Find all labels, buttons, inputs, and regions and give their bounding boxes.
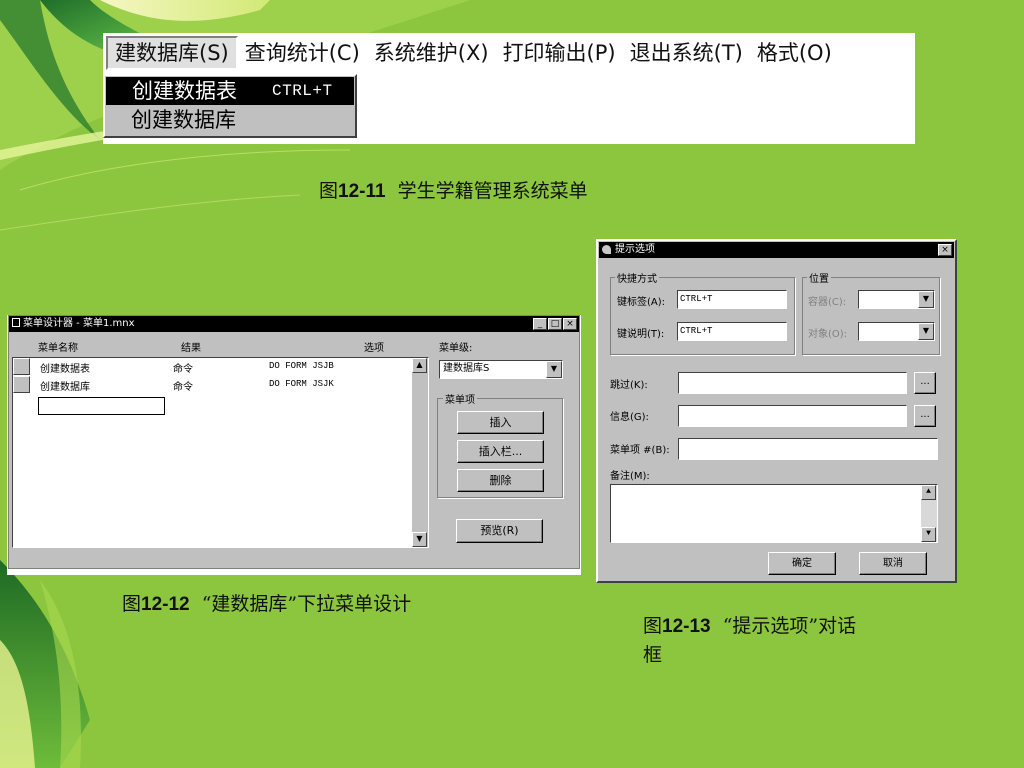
scroll-up-icon[interactable]: ▲ (412, 358, 427, 373)
caption-prefix: 图 (319, 180, 339, 202)
insert-button[interactable]: 插入 (457, 411, 544, 434)
menu-level-label: 菜单级: (439, 343, 473, 354)
insert-bar-button[interactable]: 插入栏... (457, 440, 544, 463)
caption-number: 12-11 (338, 181, 386, 202)
dialog-title: 提示选项 (615, 244, 655, 255)
new-menu-name-input[interactable] (38, 397, 165, 415)
caption-text: 学生学籍管理系统菜单 (397, 180, 588, 202)
pad-input[interactable] (678, 438, 938, 460)
cancel-button[interactable]: 取消 (859, 552, 927, 575)
window-icon (12, 318, 20, 327)
container-select[interactable]: ▼ (858, 290, 935, 309)
chevron-down-icon[interactable]: ▼ (918, 291, 934, 308)
object-label: 对象(O): (808, 329, 848, 340)
figure-menu-screenshot: 建数据库(S) 查询统计(C) 系统维护(X) 打印输出(P) 退出系统(T) … (103, 33, 915, 144)
row-result: 命令 (173, 382, 193, 393)
menu-bar: 建数据库(S) 查询统计(C) 系统维护(X) 打印输出(P) 退出系统(T) … (103, 33, 915, 73)
menu-level-select[interactable]: 建数据库S ▼ (439, 360, 563, 379)
menu-item-group-label: 菜单项 (443, 391, 477, 406)
scroll-down-icon[interactable]: ▼ (921, 527, 936, 542)
scroll-down-icon[interactable]: ▼ (412, 532, 427, 547)
dropdown-item-create-table[interactable]: 创建数据表 CTRL+T (106, 77, 354, 105)
menu-query-stats[interactable]: 查询统计(C) (238, 36, 367, 70)
row-result: 命令 (173, 364, 193, 375)
comment-textarea[interactable]: ▲ ▼ (610, 484, 938, 543)
caption-fig-12-12: 图12-12 “建数据库”下拉菜单设计 (122, 589, 411, 616)
message-input[interactable] (678, 405, 907, 427)
message-label: 信息(G): (610, 412, 649, 423)
menu-items-grid: 创建数据表 命令 DO FORM JSJB 创建数据库 命令 DO FORM J… (12, 357, 429, 548)
dropdown-item-label: 创建数据库 (131, 108, 236, 132)
menu-designer-window: 菜单设计器 - 菜单1.mnx _ □ × 菜单名称 结果 选项 菜单级: 创建… (8, 315, 580, 569)
caption-prefix: 图 (643, 615, 663, 637)
window-controls: _ □ × (533, 318, 577, 330)
caption-number: 12-13 (662, 616, 711, 637)
menu-build-database[interactable]: 建数据库(S) (106, 36, 238, 70)
dialog-titlebar: 提示选项 × (599, 242, 954, 258)
skip-builder-button[interactable]: ... (914, 372, 936, 394)
shortcut-group: 快捷方式 键标签(A): CTRL+T 键说明(T): CTRL+T (610, 270, 795, 355)
key-label-label: 键标签(A): (617, 297, 666, 308)
menu-designer-titlebar: 菜单设计器 - 菜单1.mnx _ □ × (9, 316, 579, 332)
row-mover-handle[interactable] (13, 376, 30, 393)
delete-button[interactable]: 删除 (457, 469, 544, 492)
ok-button[interactable]: 确定 (768, 552, 836, 575)
column-header-name: 菜单名称 (38, 343, 78, 354)
container-label: 容器(C): (808, 297, 847, 308)
caption-text: “建数据库”下拉菜单设计 (201, 593, 412, 615)
caption-prefix: 图 (122, 593, 142, 615)
skip-input[interactable] (678, 372, 907, 394)
row-mover-handle[interactable] (13, 358, 30, 375)
window-title: 菜单设计器 - 菜单1.mnx (23, 318, 135, 329)
close-icon[interactable]: × (563, 318, 577, 330)
comment-label: 备注(M): (610, 471, 650, 482)
key-text-label: 键说明(T): (617, 329, 665, 340)
pad-label: 菜单项 #(B): (610, 445, 670, 456)
dropdown-item-label: 创建数据表 (132, 79, 237, 103)
position-group-label: 位置 (807, 270, 831, 285)
caption-fig-12-11: 图12-11 学生学籍管理系统菜单 (319, 176, 588, 203)
menu-print-output[interactable]: 打印输出(P) (496, 36, 623, 70)
caption-number: 12-12 (141, 594, 190, 615)
row-command: DO FORM JSJK (269, 379, 334, 389)
dropdown-menu: 创建数据表 CTRL+T 创建数据库 (103, 74, 357, 138)
chevron-down-icon[interactable]: ▼ (546, 361, 562, 378)
caption-fig-12-13: 图12-13 “提示选项”对话 框 (643, 612, 856, 669)
prompt-options-dialog: 提示选项 × 快捷方式 键标签(A): CTRL+T 键说明(T): CTRL+… (596, 239, 957, 583)
row-command: DO FORM JSJB (269, 361, 334, 371)
app-icon (602, 245, 611, 254)
dropdown-item-shortcut: CTRL+T (272, 82, 333, 100)
menu-exit-system[interactable]: 退出系统(T) (623, 36, 750, 70)
position-group: 位置 容器(C): ▼ 对象(O): ▼ (802, 270, 940, 355)
maximize-icon[interactable]: □ (548, 318, 562, 330)
dropdown-item-create-database[interactable]: 创建数据库 (105, 106, 355, 134)
column-header-options: 选项 (364, 343, 384, 354)
menu-format[interactable]: 格式(O) (750, 36, 839, 70)
menu-item-group: 菜单项 插入 插入栏... 删除 (437, 391, 563, 498)
shortcut-group-label: 快捷方式 (615, 270, 659, 285)
figure-menu-designer: 菜单设计器 - 菜单1.mnx _ □ × 菜单名称 结果 选项 菜单级: 创建… (7, 315, 581, 575)
row-menu-name: 创建数据表 (40, 364, 90, 375)
close-icon[interactable]: × (938, 244, 952, 256)
minimize-icon[interactable]: _ (533, 318, 547, 330)
message-builder-button[interactable]: ... (914, 405, 936, 427)
object-select[interactable]: ▼ (858, 322, 935, 341)
caption-text: “提示选项”对话 (722, 615, 857, 637)
key-label-input[interactable]: CTRL+T (677, 290, 787, 309)
preview-button[interactable]: 预览(R) (456, 519, 543, 543)
menu-level-value: 建数据库S (443, 363, 490, 374)
row-menu-name: 创建数据库 (40, 382, 90, 393)
chevron-down-icon[interactable]: ▼ (918, 323, 934, 340)
column-header-result: 结果 (181, 343, 201, 354)
skip-label: 跳过(K): (610, 380, 648, 391)
vertical-scrollbar[interactable]: ▲ ▼ (412, 358, 428, 547)
scroll-up-icon[interactable]: ▲ (921, 485, 936, 500)
caption-text-continued: 框 (643, 644, 663, 666)
key-text-input[interactable]: CTRL+T (677, 322, 787, 341)
comment-scrollbar[interactable]: ▲ ▼ (921, 485, 937, 542)
menu-system-maintenance[interactable]: 系统维护(X) (367, 36, 496, 70)
